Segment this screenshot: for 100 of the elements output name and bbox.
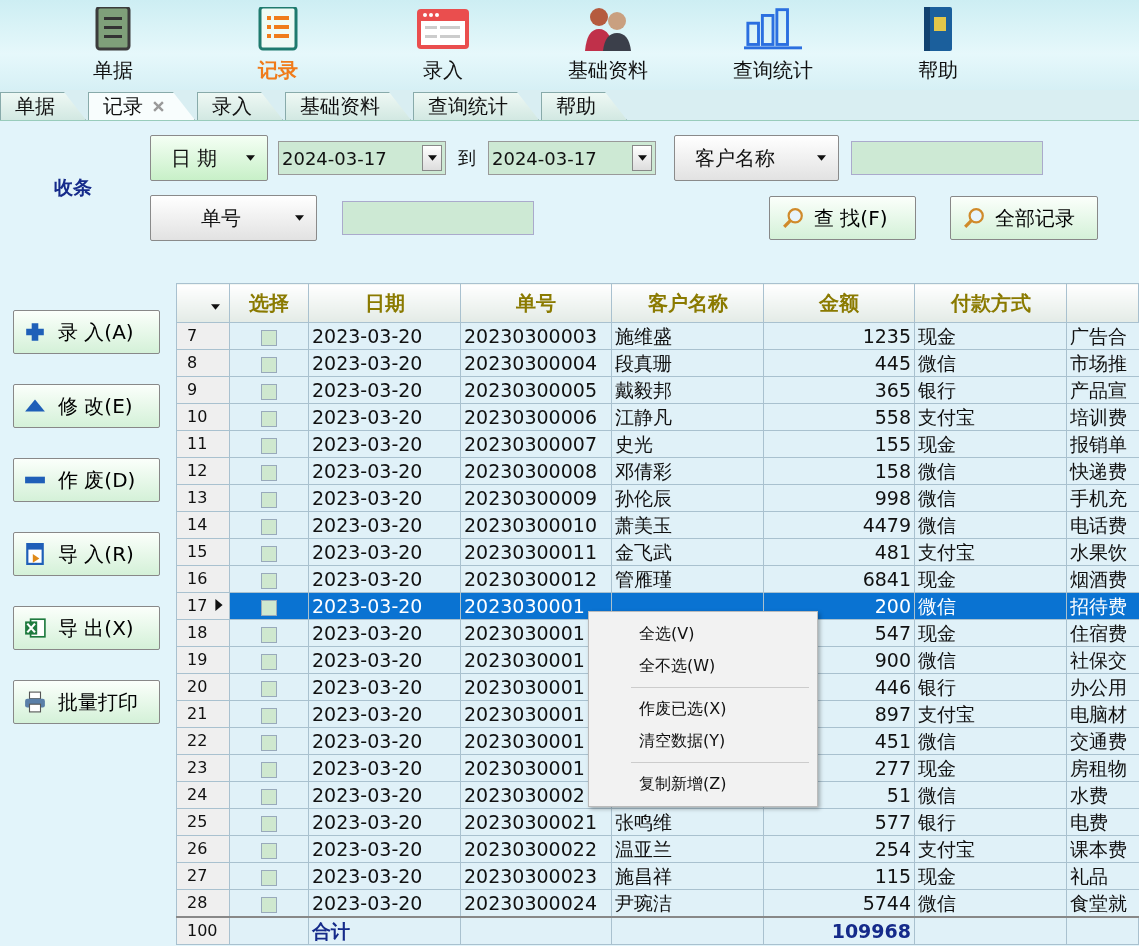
close-icon[interactable] [153, 101, 164, 112]
tab[interactable]: 记录 [88, 92, 195, 120]
table-row[interactable]: 17 2023-03-20 2023030001 200 微信 招待费 [176, 592, 1139, 620]
checkbox[interactable] [261, 842, 277, 859]
checkbox[interactable] [261, 356, 277, 373]
input-field[interactable] [342, 201, 534, 235]
tab[interactable]: 查询统计 [413, 92, 539, 120]
column-header[interactable]: 选择 [229, 283, 309, 323]
table-cell: 2023-03-20 [308, 457, 461, 485]
checkbox[interactable] [261, 410, 277, 427]
table-cell: 481 [763, 538, 915, 566]
checkbox[interactable] [261, 491, 277, 508]
column-header[interactable] [176, 283, 230, 323]
checkbox[interactable] [261, 896, 277, 913]
date-field[interactable]: 2024-03-17 [488, 141, 656, 175]
table-cell: 现金 [914, 862, 1067, 890]
checkbox[interactable] [261, 599, 277, 616]
toolbar-button[interactable]: 基础资料 [525, 0, 690, 90]
checkbox[interactable] [261, 761, 277, 778]
row-number: 22 [176, 727, 230, 755]
pointer-icon [215, 599, 224, 611]
dropdown-button[interactable] [632, 145, 652, 171]
date-field[interactable]: 2024-03-17 [278, 141, 446, 175]
action-button[interactable]: 作 废(D) [13, 458, 160, 502]
table-row[interactable]: 25 2023-03-20 20230300021 张鸣维 577 银行 电费 [176, 808, 1139, 836]
checkbox[interactable] [261, 707, 277, 724]
table-cell: 20230300022 [460, 835, 612, 863]
row-number: 19 [176, 646, 230, 674]
toolbar-button[interactable]: 查询统计 [690, 0, 855, 90]
table-cell: 电话费 [1066, 511, 1139, 539]
table-cell: 食堂就 [1066, 889, 1139, 917]
table-row[interactable]: 27 2023-03-20 20230300023 施昌祥 115 现金 礼品 [176, 862, 1139, 890]
table-cell: 20230300021 [460, 808, 612, 836]
input-field[interactable] [851, 141, 1043, 175]
field-dropdown[interactable]: 客户名称 [674, 135, 839, 181]
table-row[interactable]: 12 2023-03-20 20230300008 邓倩彩 158 微信 快递费 [176, 457, 1139, 485]
column-header[interactable]: 单号 [460, 283, 612, 323]
table-cell: 现金 [914, 619, 1067, 647]
table-cell: 戴毅邦 [611, 376, 764, 404]
action-button[interactable]: 修 改(E) [13, 384, 160, 428]
tab[interactable]: 基础资料 [285, 92, 411, 120]
checkbox[interactable] [261, 788, 277, 805]
checkbox[interactable] [261, 437, 277, 454]
dropdown-button[interactable] [422, 145, 442, 171]
table-cell: 20230300008 [460, 457, 612, 485]
checkbox[interactable] [261, 545, 277, 562]
checkbox[interactable] [261, 653, 277, 670]
table-cell: 礼品 [1066, 862, 1139, 890]
checkbox[interactable] [261, 626, 277, 643]
show-all-button[interactable]: 全部记录 [950, 196, 1098, 240]
action-button[interactable]: 导 出(X) [13, 606, 160, 650]
table-row[interactable]: 8 2023-03-20 20230300004 段真珊 445 微信 市场推 [176, 349, 1139, 377]
checkbox[interactable] [261, 383, 277, 400]
checkbox[interactable] [261, 572, 277, 589]
table-row[interactable]: 10 2023-03-20 20230300006 江静凡 558 支付宝 培训费 [176, 403, 1139, 431]
checkbox[interactable] [261, 329, 277, 346]
column-header[interactable]: 金额 [763, 283, 915, 323]
checkbox[interactable] [261, 680, 277, 697]
column-header[interactable]: 客户名称 [611, 283, 764, 323]
toolbar-button[interactable]: 帮助 [855, 0, 1020, 90]
caret-icon [817, 155, 826, 161]
column-header[interactable]: 日期 [308, 283, 461, 323]
column-header[interactable]: 付款方式 [914, 283, 1067, 323]
table-cell: 2023-03-20 [308, 349, 461, 377]
field-dropdown[interactable]: 单号 [150, 195, 317, 241]
column-header[interactable] [1066, 283, 1139, 323]
action-button[interactable]: 导 入(R) [13, 532, 160, 576]
toolbar-button[interactable]: 录入 [360, 0, 525, 90]
table-row[interactable]: 14 2023-03-20 20230300010 萧美玉 4479 微信 电话费 [176, 511, 1139, 539]
range-label: 到 [458, 146, 476, 170]
table-row[interactable]: 16 2023-03-20 20230300012 管雁瑾 6841 现金 烟酒费 [176, 565, 1139, 593]
table-row[interactable]: 13 2023-03-20 20230300009 孙伦辰 998 微信 手机充 [176, 484, 1139, 512]
tab[interactable]: 录入 [197, 92, 283, 120]
table-cell: 萧美玉 [611, 511, 764, 539]
tab[interactable]: 单据 [0, 92, 86, 120]
search-button[interactable]: 查 找(F) [769, 196, 916, 240]
checkbox[interactable] [261, 869, 277, 886]
checkbox[interactable] [261, 518, 277, 535]
table-row[interactable]: 26 2023-03-20 20230300022 温亚兰 254 支付宝 课本费 [176, 835, 1139, 863]
table-cell: 微信 [914, 592, 1067, 620]
document-icon [24, 543, 46, 565]
checkbox[interactable] [261, 734, 277, 751]
table-row[interactable]: 28 2023-03-20 20230300024 尹琬洁 5744 微信 食堂就 [176, 889, 1139, 917]
table-row[interactable]: 11 2023-03-20 20230300007 史光 155 现金 报销单 [176, 430, 1139, 458]
table-row[interactable]: 7 2023-03-20 20230300003 施维盛 1235 现金 广告合 [176, 322, 1139, 350]
table-row[interactable]: 9 2023-03-20 20230300005 戴毅邦 365 银行 产品宣 [176, 376, 1139, 404]
table-cell: 支付宝 [914, 403, 1067, 431]
tab[interactable]: 帮助 [541, 92, 627, 120]
table-cell: 2023-03-20 [308, 511, 461, 539]
spreadsheet-icon [24, 617, 46, 639]
table-cell: 住宿费 [1066, 619, 1139, 647]
toolbar-button[interactable]: 单据 [30, 0, 195, 90]
action-button[interactable]: 批量打印 [13, 680, 160, 724]
table-row[interactable]: 15 2023-03-20 20230300011 金飞武 481 支付宝 水果饮 [176, 538, 1139, 566]
field-dropdown[interactable]: 日 期 [150, 135, 268, 181]
action-button[interactable]: 录 入(A) [13, 310, 160, 354]
checkbox[interactable] [261, 815, 277, 832]
checkbox[interactable] [261, 464, 277, 481]
table-cell: 烟酒费 [1066, 565, 1139, 593]
table-cell: 2023-03-20 [308, 727, 461, 755]
